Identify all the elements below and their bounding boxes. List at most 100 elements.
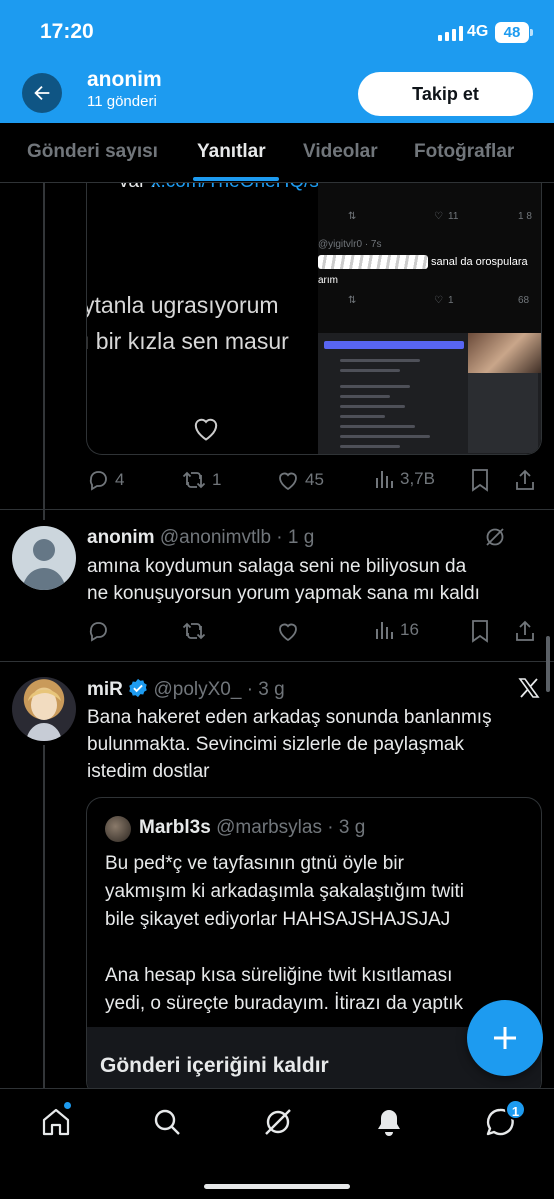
share-icon <box>516 469 534 490</box>
quoted-text-line: yedi, o süreçte buradayım. İtirazı da ya… <box>105 993 464 1014</box>
views-icon <box>376 471 393 488</box>
network-label: 4G <box>467 23 489 40</box>
bell-icon <box>378 1110 400 1136</box>
nav-notifications[interactable] <box>373 1106 405 1138</box>
nav-home[interactable] <box>40 1106 72 1138</box>
profile-name: anonim <box>87 68 162 91</box>
screenshot-thumbnail: ⇅ ♡ 11 1 8 @yigitvlr0 · 7s sanal da oros… <box>318 183 541 454</box>
quoted-text-line <box>105 934 464 962</box>
profile-header: 17:20 4G 48 anonim 11 gönderi Takip et <box>0 0 554 123</box>
home-icon <box>42 1108 70 1136</box>
mini-text: sanal da orospulara <box>431 256 528 268</box>
like-button[interactable]: 45 <box>276 468 324 492</box>
mini-like-count: 1 <box>448 295 454 306</box>
views-count: 3,7B <box>400 469 435 488</box>
grok-icon <box>265 1109 291 1135</box>
search-icon <box>154 1109 180 1135</box>
mini-views-count: 1 8 <box>518 211 532 222</box>
share-button[interactable] <box>514 468 536 492</box>
quoted-text-line: yakmışım ki arkadaşımla şakalaştığım twi… <box>105 881 464 902</box>
like-button[interactable] <box>276 619 300 643</box>
repost-icon <box>182 471 206 489</box>
post-actions: 16 <box>86 619 546 645</box>
status-time: 17:20 <box>40 20 94 43</box>
messages-badge: 1 <box>505 1099 526 1120</box>
reply-button[interactable] <box>86 619 110 643</box>
battery-icon: 48 <box>495 22 533 43</box>
mini-like-icon: ♡ <box>434 295 443 306</box>
bookmark-icon <box>472 620 488 643</box>
like-count: 45 <box>305 470 324 489</box>
tweet-text-line: istedim dostlar <box>87 761 210 782</box>
tab-videos[interactable]: Videolar <box>303 141 378 163</box>
follow-button[interactable]: Takip et <box>358 72 533 116</box>
bookmark-button[interactable] <box>470 468 490 492</box>
nav-search[interactable] <box>151 1106 183 1138</box>
quoted-author-name: Marbl3s <box>139 817 211 838</box>
home-indicator[interactable] <box>204 1184 350 1189</box>
avatar[interactable] <box>12 526 76 590</box>
back-button[interactable] <box>22 73 62 113</box>
plus-icon <box>494 1027 516 1049</box>
quoted-header: Marbl3s @marbsylas · 3 g <box>139 817 365 839</box>
grok-icon[interactable] <box>484 526 506 548</box>
views-button[interactable]: 3,7B <box>373 468 435 490</box>
bookmark-icon <box>472 469 488 492</box>
quoted-text-line: Bu ped*ç ve tayfasının gtnü öyle bir <box>105 853 404 874</box>
views-icon <box>376 622 393 639</box>
mini-like-count: 11 <box>448 211 459 222</box>
quoted-text-line: bile şikayet ediyorlar HAHSAJSHAJSJAJ <box>105 909 451 930</box>
mini-views-count: 68 <box>518 295 530 306</box>
reply-icon <box>89 471 107 491</box>
avatar[interactable] <box>12 677 76 741</box>
nav-grok[interactable] <box>262 1106 294 1138</box>
post-actions: 4 1 45 3,7B <box>86 468 546 494</box>
bottom-navigation <box>0 1088 554 1199</box>
quoted-image-text-1: ytanla ugrasıyorum <box>86 292 279 318</box>
remove-content-label: Gönderi içeriğini kaldır <box>100 1054 329 1077</box>
author-name[interactable]: anonim <box>87 527 155 548</box>
x-logo-icon <box>518 678 540 698</box>
tweet-text-line: ne konuşuyorsun yorum yapmak sana mı kal… <box>87 583 480 604</box>
share-icon <box>516 620 534 641</box>
mini-repost-icon: ⇅ <box>348 211 357 222</box>
quoted-text: Bu ped*ç ve tayfasının gtnü öyle bir yak… <box>105 850 464 1018</box>
tweet-header: anonim @anonimvtlb · 1 g <box>87 527 314 549</box>
default-avatar-icon <box>22 539 66 590</box>
tab-photos[interactable]: Fotoğraflar <box>414 141 514 163</box>
mini-like-icon: ♡ <box>434 211 443 222</box>
views-button[interactable]: 16 <box>373 619 419 641</box>
profile-tabs: Gönderi sayısı Yanıtlar Videolar Fotoğra… <box>0 123 554 183</box>
tweet-text-line: bulunmakta. Sevincimi sizlerle de paylaş… <box>87 734 464 755</box>
quoted-media-card[interactable]: var : x.com/TheOneHQ/statu... ytanla ugr… <box>86 183 542 455</box>
tab-posts[interactable]: Gönderi sayısı <box>27 141 158 163</box>
repost-count: 1 <box>212 470 222 489</box>
mini-handle: @yigitvlr0 · 7s <box>318 239 382 250</box>
mini-repost-icon: ⇅ <box>348 295 357 306</box>
tweet-text-line: amına koydumun salaga seni ne biliyosun … <box>87 556 467 577</box>
compose-button[interactable] <box>467 1000 543 1076</box>
quoted-image-text-2: ı bir kızla sen masur <box>86 328 289 354</box>
quoted-avatar <box>105 816 131 842</box>
share-button[interactable] <box>514 619 536 643</box>
heart-icon <box>279 623 297 642</box>
tweet-header: miR @polyX0_ · 3 g <box>87 678 285 701</box>
repost-button[interactable] <box>181 619 207 643</box>
author-handle[interactable]: @polyX0_ · 3 g <box>153 679 284 700</box>
reply-count: 4 <box>115 470 125 489</box>
divider <box>0 661 554 662</box>
quoted-text-line: Ana hesap kısa süreliğine twit kısıtlama… <box>105 965 453 986</box>
quoted-author-handle: @marbsylas · 3 g <box>216 817 366 838</box>
tab-replies[interactable]: Yanıtlar <box>197 141 266 163</box>
author-handle[interactable]: @anonimvtlb · 1 g <box>160 527 314 548</box>
chat-screenshot <box>318 333 541 454</box>
reply-button[interactable]: 4 <box>86 468 124 492</box>
repost-button[interactable]: 1 <box>181 468 221 492</box>
bookmark-button[interactable] <box>470 619 490 643</box>
signal-icon <box>438 26 463 41</box>
views-count: 16 <box>400 620 419 639</box>
scrollbar[interactable] <box>546 636 550 692</box>
arrow-left-icon <box>34 85 50 101</box>
author-name[interactable]: miR <box>87 679 123 700</box>
anime-avatar-icon <box>26 689 62 741</box>
